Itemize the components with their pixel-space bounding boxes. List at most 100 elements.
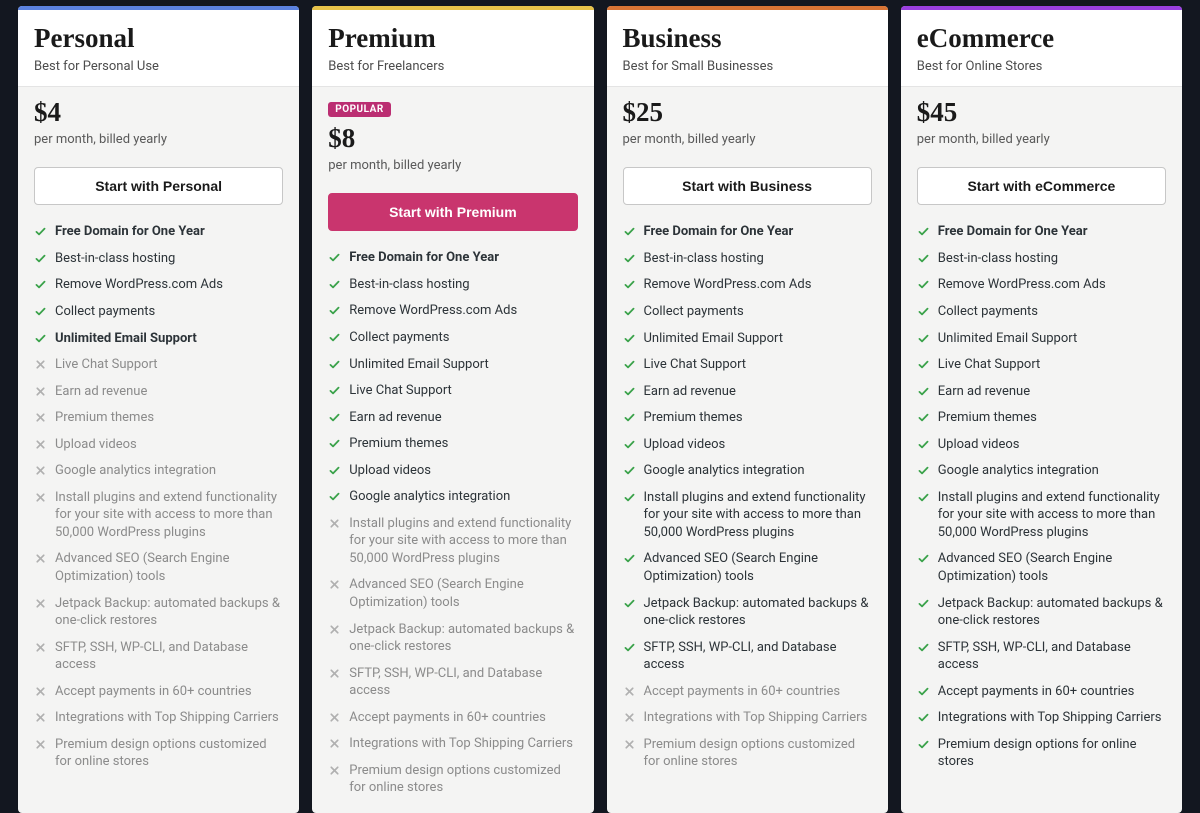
feature-label: Google analytics integration xyxy=(644,462,805,480)
feature-label: Premium design options customized for on… xyxy=(349,762,577,797)
feature-label: Live Chat Support xyxy=(349,382,452,400)
feature-label: Premium themes xyxy=(55,409,154,427)
start-button-ecommerce[interactable]: Start with eCommerce xyxy=(917,167,1166,205)
feature-row: Live Chat Support xyxy=(623,356,872,374)
plan-tagline: Best for Small Businesses xyxy=(623,59,872,74)
feature-row: Best-in-class hosting xyxy=(328,276,577,294)
check-icon xyxy=(328,490,341,503)
feature-row: Live Chat Support xyxy=(328,382,577,400)
billing-note: per month, billed yearly xyxy=(328,158,577,173)
feature-label: Premium themes xyxy=(349,435,448,453)
check-icon xyxy=(917,332,930,345)
plan-header: PersonalBest for Personal Use xyxy=(18,10,299,87)
check-icon xyxy=(917,685,930,698)
x-icon xyxy=(34,641,47,654)
feature-row: Google analytics integration xyxy=(328,488,577,506)
x-icon xyxy=(328,517,341,530)
feature-label: Integrations with Top Shipping Carriers xyxy=(644,709,868,727)
start-button-business[interactable]: Start with Business xyxy=(623,167,872,205)
feature-label: Free Domain for One Year xyxy=(644,223,794,241)
feature-row: Premium design options customized for on… xyxy=(623,736,872,771)
feature-label: Earn ad revenue xyxy=(644,383,736,401)
plan-tagline: Best for Online Stores xyxy=(917,59,1166,74)
feature-row: Google analytics integration xyxy=(623,462,872,480)
check-icon xyxy=(328,278,341,291)
feature-row: Best-in-class hosting xyxy=(34,250,283,268)
feature-label: Best-in-class hosting xyxy=(55,250,175,268)
x-icon xyxy=(34,491,47,504)
feature-label: Premium design options customized for on… xyxy=(644,736,872,771)
check-icon xyxy=(917,711,930,724)
feature-label: Jetpack Backup: automated backups & one-… xyxy=(55,595,283,630)
feature-label: Integrations with Top Shipping Carriers xyxy=(938,709,1162,727)
feature-label: SFTP, SSH, WP-CLI, and Database access xyxy=(349,665,577,700)
feature-label: Free Domain for One Year xyxy=(349,249,499,267)
feature-row: Premium themes xyxy=(623,409,872,427)
feature-row: Premium themes xyxy=(34,409,283,427)
plan-header: eCommerceBest for Online Stores xyxy=(901,10,1182,87)
feature-label: Install plugins and extend functionality… xyxy=(349,515,577,568)
start-button-personal[interactable]: Start with Personal xyxy=(34,167,283,205)
feature-label: Integrations with Top Shipping Carriers xyxy=(55,709,279,727)
check-icon xyxy=(623,252,636,265)
plan-card-premium: PremiumBest for FreelancersPOPULAR$8per … xyxy=(312,6,593,813)
plan-name: Personal xyxy=(34,24,283,52)
feature-row: Free Domain for One Year xyxy=(917,223,1166,241)
feature-row: Premium design options customized for on… xyxy=(328,762,577,797)
check-icon xyxy=(34,278,47,291)
feature-row: Install plugins and extend functionality… xyxy=(328,515,577,568)
feature-label: Unlimited Email Support xyxy=(349,356,488,374)
feature-row: Upload videos xyxy=(623,436,872,454)
feature-label: Best-in-class hosting xyxy=(349,276,469,294)
x-icon xyxy=(623,685,636,698)
plan-card-business: BusinessBest for Small Businesses$25per … xyxy=(607,6,888,813)
feature-label: Install plugins and extend functionality… xyxy=(938,489,1166,542)
feature-label: Free Domain for One Year xyxy=(938,223,1088,241)
feature-row: Google analytics integration xyxy=(917,462,1166,480)
feature-row: Jetpack Backup: automated backups & one-… xyxy=(623,595,872,630)
feature-label: Advanced SEO (Search Engine Optimization… xyxy=(55,550,283,585)
check-icon xyxy=(328,437,341,450)
feature-row: Remove WordPress.com Ads xyxy=(623,276,872,294)
feature-row: Free Domain for One Year xyxy=(623,223,872,241)
check-icon xyxy=(917,225,930,238)
feature-list: Free Domain for One Year Best-in-class ho… xyxy=(312,243,593,813)
plan-name: Business xyxy=(623,24,872,52)
feature-row: Advanced SEO (Search Engine Optimization… xyxy=(34,550,283,585)
check-icon xyxy=(623,385,636,398)
feature-label: Google analytics integration xyxy=(938,462,1099,480)
feature-row: Premium themes xyxy=(328,435,577,453)
plan-price: $25 xyxy=(623,97,872,128)
feature-label: Earn ad revenue xyxy=(938,383,1030,401)
feature-label: Premium themes xyxy=(938,409,1037,427)
popular-badge: POPULAR xyxy=(328,102,391,117)
feature-row: Premium design options customized for on… xyxy=(34,736,283,771)
start-button-premium[interactable]: Start with Premium xyxy=(328,193,577,231)
check-icon xyxy=(328,384,341,397)
check-icon xyxy=(623,641,636,654)
feature-label: Collect payments xyxy=(349,329,449,347)
feature-row: Collect payments xyxy=(623,303,872,321)
feature-label: Accept payments in 60+ countries xyxy=(349,709,546,727)
check-icon xyxy=(917,438,930,451)
feature-row: Jetpack Backup: automated backups & one-… xyxy=(34,595,283,630)
check-icon xyxy=(917,411,930,424)
feature-row: SFTP, SSH, WP-CLI, and Database access xyxy=(34,639,283,674)
feature-row: Accept payments in 60+ countries xyxy=(34,683,283,701)
x-icon xyxy=(34,711,47,724)
feature-label: Collect payments xyxy=(55,303,155,321)
check-icon xyxy=(623,305,636,318)
feature-label: Install plugins and extend functionality… xyxy=(55,489,283,542)
price-block: $4per month, billed yearly xyxy=(18,87,299,161)
feature-row: Advanced SEO (Search Engine Optimization… xyxy=(623,550,872,585)
feature-row: Collect payments xyxy=(328,329,577,347)
plan-price: $45 xyxy=(917,97,1166,128)
check-icon xyxy=(328,251,341,264)
feature-row: Jetpack Backup: automated backups & one-… xyxy=(917,595,1166,630)
feature-row: Upload videos xyxy=(34,436,283,454)
feature-label: Premium design options for online stores xyxy=(938,736,1166,771)
feature-list: Free Domain for One YearBest-in-class ho… xyxy=(607,217,888,787)
feature-row: Integrations with Top Shipping Carriers xyxy=(34,709,283,727)
check-icon xyxy=(328,411,341,424)
feature-label: Live Chat Support xyxy=(55,356,158,374)
